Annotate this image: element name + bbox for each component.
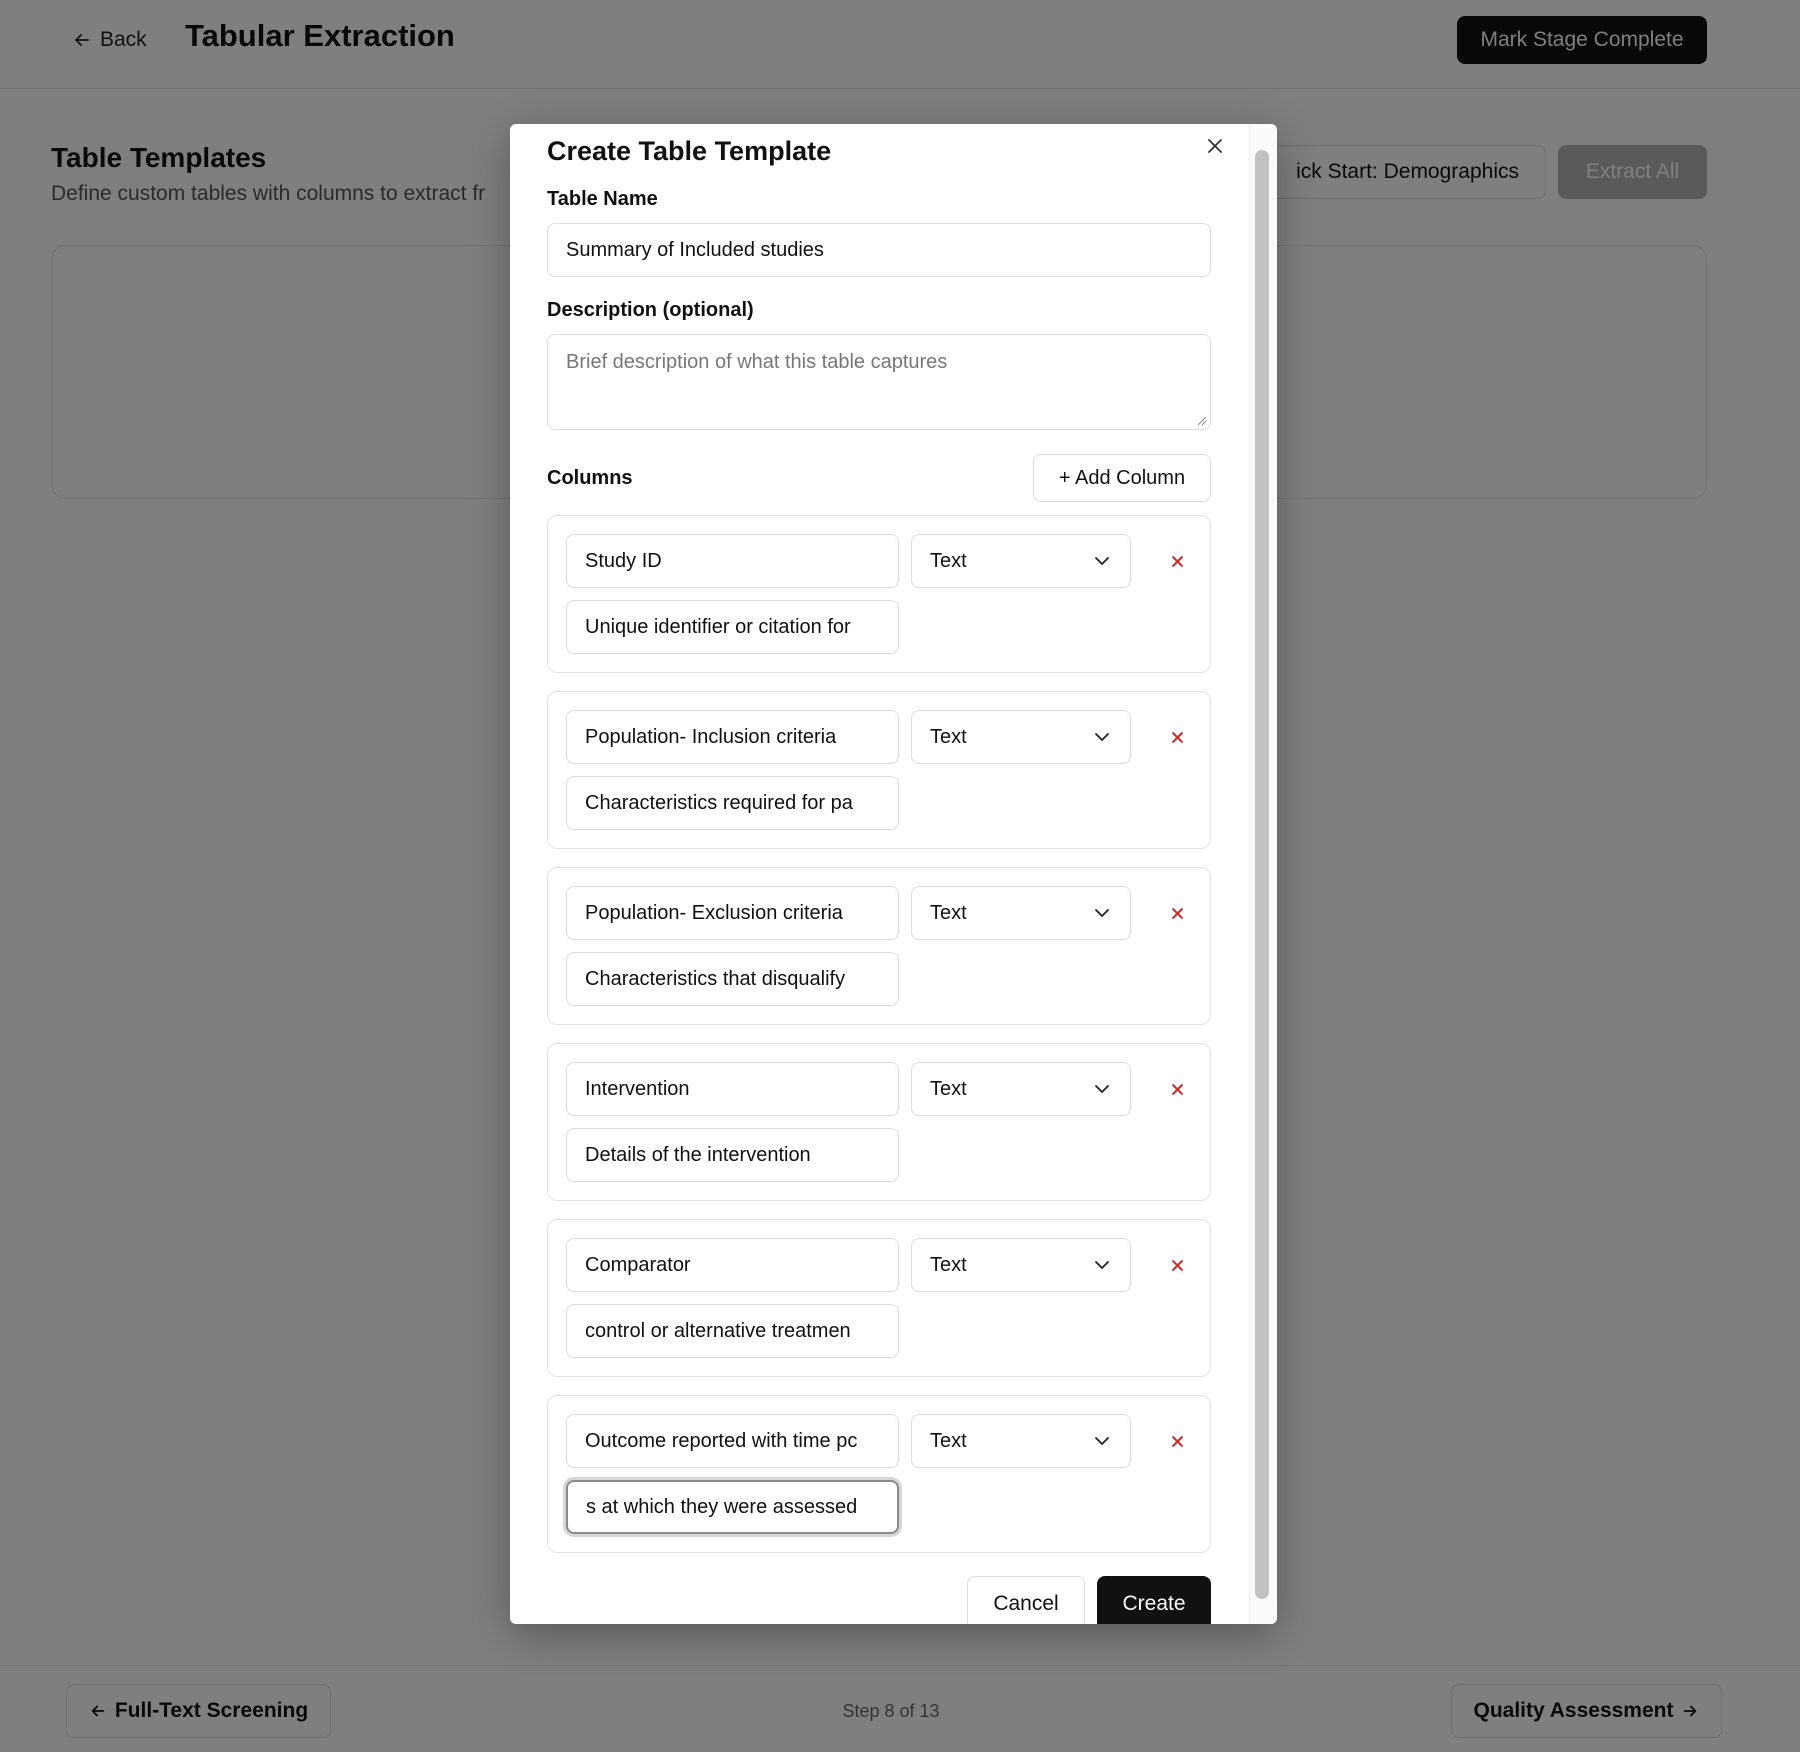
table-name-label: Table Name bbox=[547, 188, 658, 210]
column-type-value: Text bbox=[930, 549, 967, 572]
column-name-value: Population- Exclusion criteria bbox=[585, 901, 843, 924]
column-type-value: Text bbox=[930, 1253, 967, 1276]
column-description-value: control or alternative treatmen bbox=[585, 1319, 851, 1342]
add-column-button[interactable]: + Add Column bbox=[1033, 454, 1211, 502]
column-type-value: Text bbox=[930, 901, 967, 924]
x-icon bbox=[1171, 1083, 1183, 1095]
column-name-value: Study ID bbox=[585, 549, 662, 572]
column-card: Intervention Text Details of the interve… bbox=[547, 1043, 1211, 1201]
chevron-down-icon bbox=[1095, 1261, 1109, 1269]
column-description-input[interactable]: Characteristics that disqualify bbox=[566, 952, 899, 1006]
close-icon bbox=[1208, 139, 1222, 153]
remove-column-button[interactable] bbox=[1164, 724, 1190, 750]
x-icon bbox=[1171, 1259, 1183, 1271]
table-name-input[interactable]: Summary of Included studies bbox=[547, 223, 1211, 277]
column-card: Study ID Text Unique identifier or citat… bbox=[547, 515, 1211, 673]
create-table-template-dialog: Create Table Template Table Name Summary… bbox=[510, 124, 1277, 1624]
chevron-down-icon bbox=[1095, 733, 1109, 741]
column-description-input[interactable]: Characteristics required for pa bbox=[566, 776, 899, 830]
remove-column-button[interactable] bbox=[1164, 900, 1190, 926]
close-button[interactable] bbox=[1197, 128, 1233, 164]
column-type-select[interactable]: Text bbox=[911, 1414, 1131, 1468]
description-label: Description (optional) bbox=[547, 299, 754, 321]
column-name-input[interactable]: Study ID bbox=[566, 534, 899, 588]
column-type-select[interactable]: Text bbox=[911, 710, 1131, 764]
chevron-down-icon bbox=[1095, 1085, 1109, 1093]
x-icon bbox=[1171, 731, 1183, 743]
columns-label: Columns bbox=[547, 467, 633, 489]
column-type-value: Text bbox=[930, 1429, 967, 1452]
column-description-value: Unique identifier or citation for bbox=[585, 615, 851, 638]
dialog-scroll-content: Create Table Template Table Name Summary… bbox=[510, 124, 1247, 1624]
column-description-value: Characteristics required for pa bbox=[585, 791, 853, 814]
column-name-input[interactable]: Outcome reported with time pc bbox=[566, 1414, 899, 1468]
column-type-select[interactable]: Text bbox=[911, 1238, 1131, 1292]
column-type-value: Text bbox=[930, 725, 967, 748]
x-icon bbox=[1171, 1435, 1183, 1447]
column-name-input[interactable]: Intervention bbox=[566, 1062, 899, 1116]
column-card: Population- Inclusion criteria Text Char… bbox=[547, 691, 1211, 849]
column-type-select[interactable]: Text bbox=[911, 1062, 1131, 1116]
column-description-input[interactable]: Unique identifier or citation for bbox=[566, 600, 899, 654]
dialog-scrollbar-thumb[interactable] bbox=[1255, 150, 1269, 1599]
description-textarea[interactable]: Brief description of what this table cap… bbox=[547, 334, 1211, 430]
column-description-value: s at which they were assessed bbox=[586, 1495, 858, 1518]
remove-column-button[interactable] bbox=[1164, 1252, 1190, 1278]
chevron-down-icon bbox=[1095, 1437, 1109, 1445]
column-name-input[interactable]: Comparator bbox=[566, 1238, 899, 1292]
column-name-value: Population- Inclusion criteria bbox=[585, 725, 837, 748]
column-description-input[interactable]: Details of the intervention bbox=[566, 1128, 899, 1182]
column-card: Population- Exclusion criteria Text Char… bbox=[547, 867, 1211, 1025]
column-name-input[interactable]: Population- Exclusion criteria bbox=[566, 886, 899, 940]
column-type-value: Text bbox=[930, 1077, 967, 1100]
column-name-value: Outcome reported with time pc bbox=[585, 1429, 858, 1452]
dialog-title: Create Table Template bbox=[547, 136, 832, 166]
resize-grip-icon[interactable] bbox=[1195, 414, 1207, 426]
column-description-input[interactable]: control or alternative treatmen bbox=[566, 1304, 899, 1358]
column-description-value: Characteristics that disqualify bbox=[585, 967, 846, 990]
chevron-down-icon bbox=[1095, 909, 1109, 917]
chevron-down-icon bbox=[1095, 557, 1109, 565]
cancel-button[interactable]: Cancel bbox=[967, 1576, 1085, 1624]
column-card: Comparator Text control or alternative t… bbox=[547, 1219, 1211, 1377]
column-name-value: Intervention bbox=[585, 1077, 690, 1100]
column-card: Outcome reported with time pc Text s at … bbox=[547, 1395, 1211, 1553]
remove-column-button[interactable] bbox=[1164, 548, 1190, 574]
description-placeholder: Brief description of what this table cap… bbox=[566, 351, 948, 373]
column-type-select[interactable]: Text bbox=[911, 534, 1131, 588]
remove-column-button[interactable] bbox=[1164, 1428, 1190, 1454]
column-description-input[interactable]: s at which they were assessed bbox=[566, 1480, 899, 1534]
column-type-select[interactable]: Text bbox=[911, 886, 1131, 940]
column-name-input[interactable]: Population- Inclusion criteria bbox=[566, 710, 899, 764]
x-icon bbox=[1171, 555, 1183, 567]
table-name-value: Summary of Included studies bbox=[566, 238, 824, 261]
create-button[interactable]: Create bbox=[1097, 1576, 1211, 1624]
remove-column-button[interactable] bbox=[1164, 1076, 1190, 1102]
column-name-value: Comparator bbox=[585, 1253, 691, 1276]
column-description-value: Details of the intervention bbox=[585, 1143, 811, 1166]
x-icon bbox=[1171, 907, 1183, 919]
